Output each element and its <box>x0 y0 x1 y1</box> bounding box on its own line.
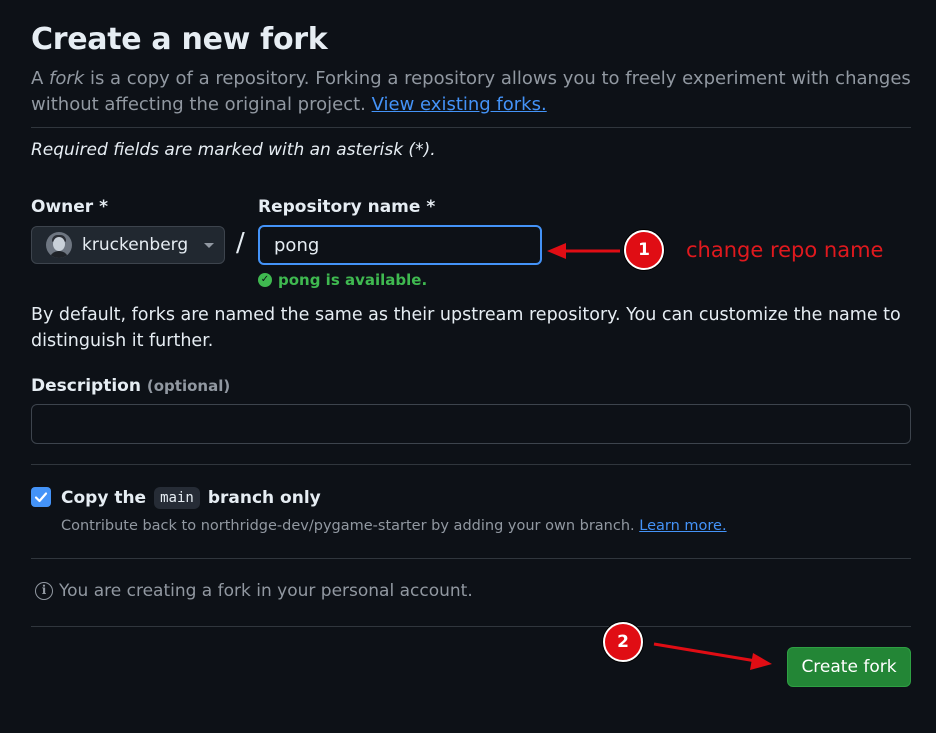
arrow-head-1 <box>547 243 566 259</box>
step-badge-2: 2 <box>603 622 643 662</box>
arrow-head-2 <box>750 653 772 670</box>
annotation-arrows <box>547 243 772 670</box>
annotation-change-repo-name: change repo name <box>686 238 884 262</box>
arrow-to-create-button <box>653 642 757 663</box>
step-badge-1: 1 <box>624 230 664 270</box>
